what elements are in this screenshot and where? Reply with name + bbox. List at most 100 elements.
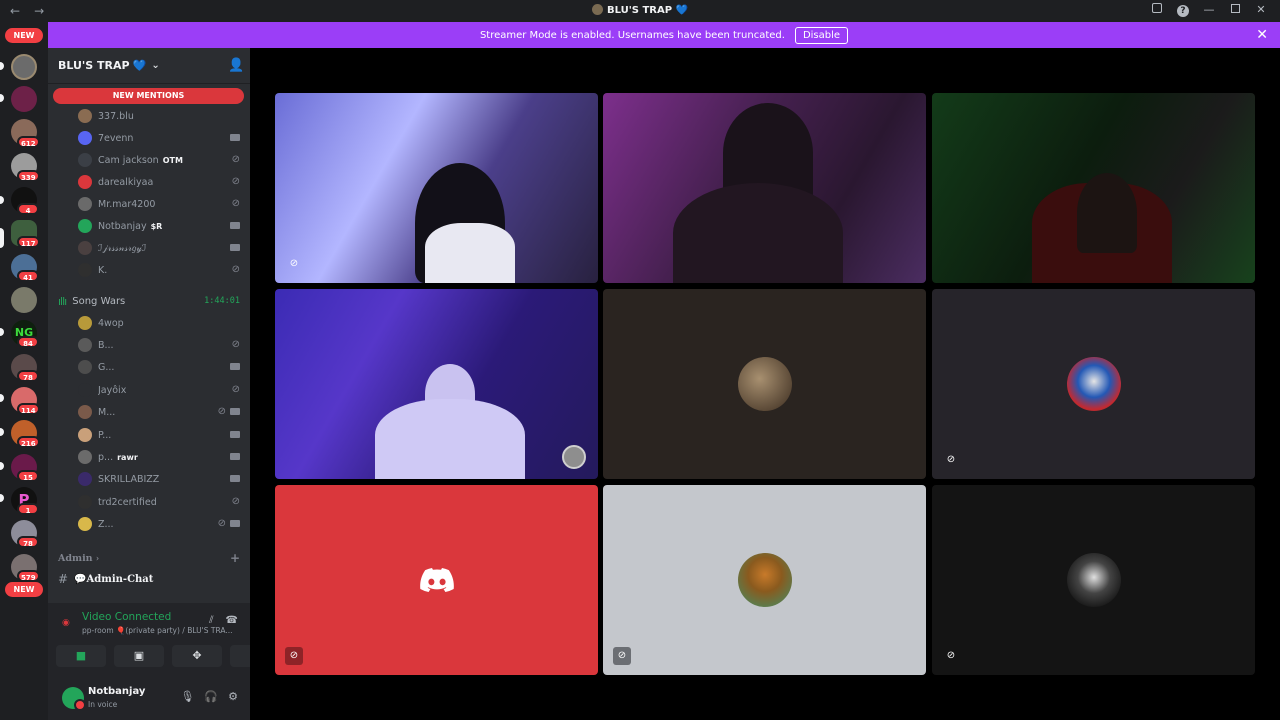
voice-member[interactable]: Jayôix ⊘ bbox=[78, 381, 240, 399]
noise-suppression-icon[interactable]: ⫽ bbox=[209, 615, 213, 626]
muted-mic-icon: ⊘ bbox=[217, 518, 226, 529]
voice-member[interactable]: Mr.mar4200 ⊘ bbox=[78, 195, 240, 213]
user-controls: 🎙 🎧 ⚙ bbox=[180, 690, 238, 703]
video-tile[interactable]: ⊘ bbox=[275, 93, 598, 283]
server-badge: 579 bbox=[17, 570, 40, 582]
video-icon bbox=[230, 361, 240, 373]
help-icon[interactable]: ? bbox=[1170, 3, 1196, 17]
video-tile[interactable]: ⊘ bbox=[932, 289, 1255, 479]
voice-member[interactable]: K. ⊘ bbox=[78, 261, 240, 279]
video-tile[interactable]: ⊘ bbox=[932, 485, 1255, 675]
voice-location[interactable]: pp-room 🎈(private party) / BLU'S TRA... bbox=[82, 626, 232, 635]
voice-member[interactable]: Notbanjay $R bbox=[78, 217, 240, 235]
voice-member[interactable]: trd2certified ⊘ bbox=[78, 493, 240, 511]
new-unreads-pill-bottom[interactable]: NEW bbox=[5, 582, 43, 597]
signal-icon[interactable]: ◉ bbox=[62, 618, 70, 628]
create-channel-icon[interactable]: + bbox=[230, 551, 240, 565]
invite-people-icon[interactable]: 👤 bbox=[228, 58, 244, 73]
category-admin[interactable]: Admin › + bbox=[58, 551, 240, 565]
minimize-icon[interactable]: — bbox=[1196, 3, 1222, 17]
voice-member[interactable]: 337.blu bbox=[78, 107, 240, 125]
user-avatar[interactable] bbox=[62, 687, 86, 711]
video-icon bbox=[230, 220, 240, 232]
video-tile[interactable] bbox=[603, 93, 926, 283]
video-tile[interactable] bbox=[932, 93, 1255, 283]
voice-member[interactable]: ℐ𝒿𝓇𝓈𝓈𝓃𝓈𝓇𝑔𝓎ℐ bbox=[78, 239, 240, 257]
unread-pip bbox=[0, 94, 4, 102]
muted-mic-icon: ⊘ bbox=[231, 176, 240, 187]
voice-member[interactable]: B... ⊘ bbox=[78, 336, 240, 354]
server-badge: 4 bbox=[17, 203, 39, 215]
unread-pip bbox=[0, 196, 4, 204]
voice-member[interactable]: G... bbox=[78, 358, 240, 376]
video-tile[interactable] bbox=[275, 289, 598, 479]
voice-member[interactable]: p... rawr bbox=[78, 448, 240, 466]
unread-pip bbox=[0, 394, 4, 402]
close-banner-icon[interactable]: ✕ bbox=[1256, 27, 1268, 43]
muted-mic-icon: ⊘ bbox=[231, 154, 240, 165]
unread-pip bbox=[0, 462, 4, 470]
channel-admin-chat[interactable]: # 💬Admin-Chat bbox=[58, 572, 240, 586]
video-tile[interactable]: ⊘ bbox=[275, 485, 598, 675]
video-tile[interactable]: ⊘ bbox=[603, 485, 926, 675]
muted-mic-icon: ⊘ bbox=[217, 406, 226, 417]
avatar bbox=[78, 517, 92, 531]
camera-button[interactable]: ■ bbox=[56, 645, 106, 667]
category-name: Admin bbox=[58, 553, 93, 564]
participant-avatar bbox=[1066, 357, 1121, 411]
maximize-icon[interactable] bbox=[1222, 3, 1248, 17]
voice-member[interactable]: 4wop bbox=[78, 314, 240, 332]
inbox-icon[interactable] bbox=[1144, 3, 1170, 17]
voice-member[interactable]: Z... ⊘ bbox=[78, 515, 240, 533]
disconnect-icon[interactable]: ☎ bbox=[226, 615, 238, 626]
voice-member[interactable]: 7evenn bbox=[78, 129, 240, 147]
close-window-icon[interactable]: ✕ bbox=[1248, 3, 1274, 17]
activities-button[interactable]: ✥ bbox=[172, 645, 222, 667]
voice-status[interactable]: Video Connected bbox=[82, 611, 171, 623]
avatar bbox=[78, 428, 92, 442]
avatar bbox=[78, 405, 92, 419]
voice-channel-song-wars[interactable]: ıllı Song Wars 1:44:01 bbox=[58, 292, 240, 310]
voice-member[interactable]: M... ⊘ bbox=[78, 403, 240, 421]
disable-streamer-mode-button[interactable]: Disable bbox=[794, 26, 849, 44]
muted-mic-icon: ⊘ bbox=[231, 198, 240, 209]
user-name[interactable]: Notbanjay bbox=[88, 686, 145, 697]
video-icon bbox=[230, 451, 240, 463]
voice-channel-name: Song Wars bbox=[72, 295, 126, 307]
server-badge: 216 bbox=[17, 436, 40, 448]
video-tile[interactable] bbox=[603, 289, 926, 479]
headphones-icon[interactable]: 🎧 bbox=[204, 690, 218, 703]
voice-member[interactable]: P... bbox=[78, 426, 240, 444]
muted-mic-icon: ⊘ bbox=[613, 647, 631, 665]
video-icon bbox=[230, 406, 240, 418]
member-tag: $R bbox=[150, 221, 163, 231]
muted-mic-icon: ⊘ bbox=[231, 339, 240, 350]
channel-sidebar: BLU'S TRAP 💙 ⌄ 👤 NEW MENTIONS 337.blu 7e… bbox=[48, 48, 280, 720]
participant-body bbox=[375, 399, 525, 479]
microphone-icon[interactable]: 🎙 bbox=[180, 690, 194, 703]
server-icon[interactable] bbox=[11, 86, 37, 112]
new-unreads-pill-top[interactable]: NEW bbox=[5, 28, 43, 43]
server-badge: 117 bbox=[17, 236, 40, 248]
voice-timer: 1:44:01 bbox=[204, 296, 240, 306]
muted-mic-icon: ⊘ bbox=[285, 647, 303, 665]
voice-member[interactable]: SKRILLABIZZ bbox=[78, 470, 240, 488]
avatar bbox=[78, 153, 92, 167]
unread-pip bbox=[0, 328, 4, 336]
server-badge: 612 bbox=[17, 136, 40, 148]
server-icon[interactable] bbox=[11, 54, 37, 80]
voice-member[interactable]: Cam jackson OTM ⊘ bbox=[78, 151, 240, 169]
server-icon[interactable] bbox=[11, 287, 37, 313]
participant-body bbox=[673, 183, 843, 283]
chevron-right-icon: › bbox=[95, 553, 100, 563]
server-logo-icon bbox=[591, 4, 603, 15]
user-area: Notbanjay In voice 🎙 🎧 ⚙ bbox=[48, 679, 250, 720]
window-title: BLU'S TRAP 💙 bbox=[0, 4, 1280, 16]
new-mentions-pill[interactable]: NEW MENTIONS bbox=[53, 88, 244, 104]
window-controls: ? — ✕ bbox=[1144, 3, 1274, 17]
server-badge: 114 bbox=[17, 403, 40, 415]
guild-header[interactable]: BLU'S TRAP 💙 ⌄ 👤 bbox=[48, 48, 250, 84]
screen-share-button[interactable]: ▣ bbox=[114, 645, 164, 667]
voice-member[interactable]: darealkiyaa ⊘ bbox=[78, 173, 240, 191]
settings-gear-icon[interactable]: ⚙ bbox=[228, 690, 238, 703]
